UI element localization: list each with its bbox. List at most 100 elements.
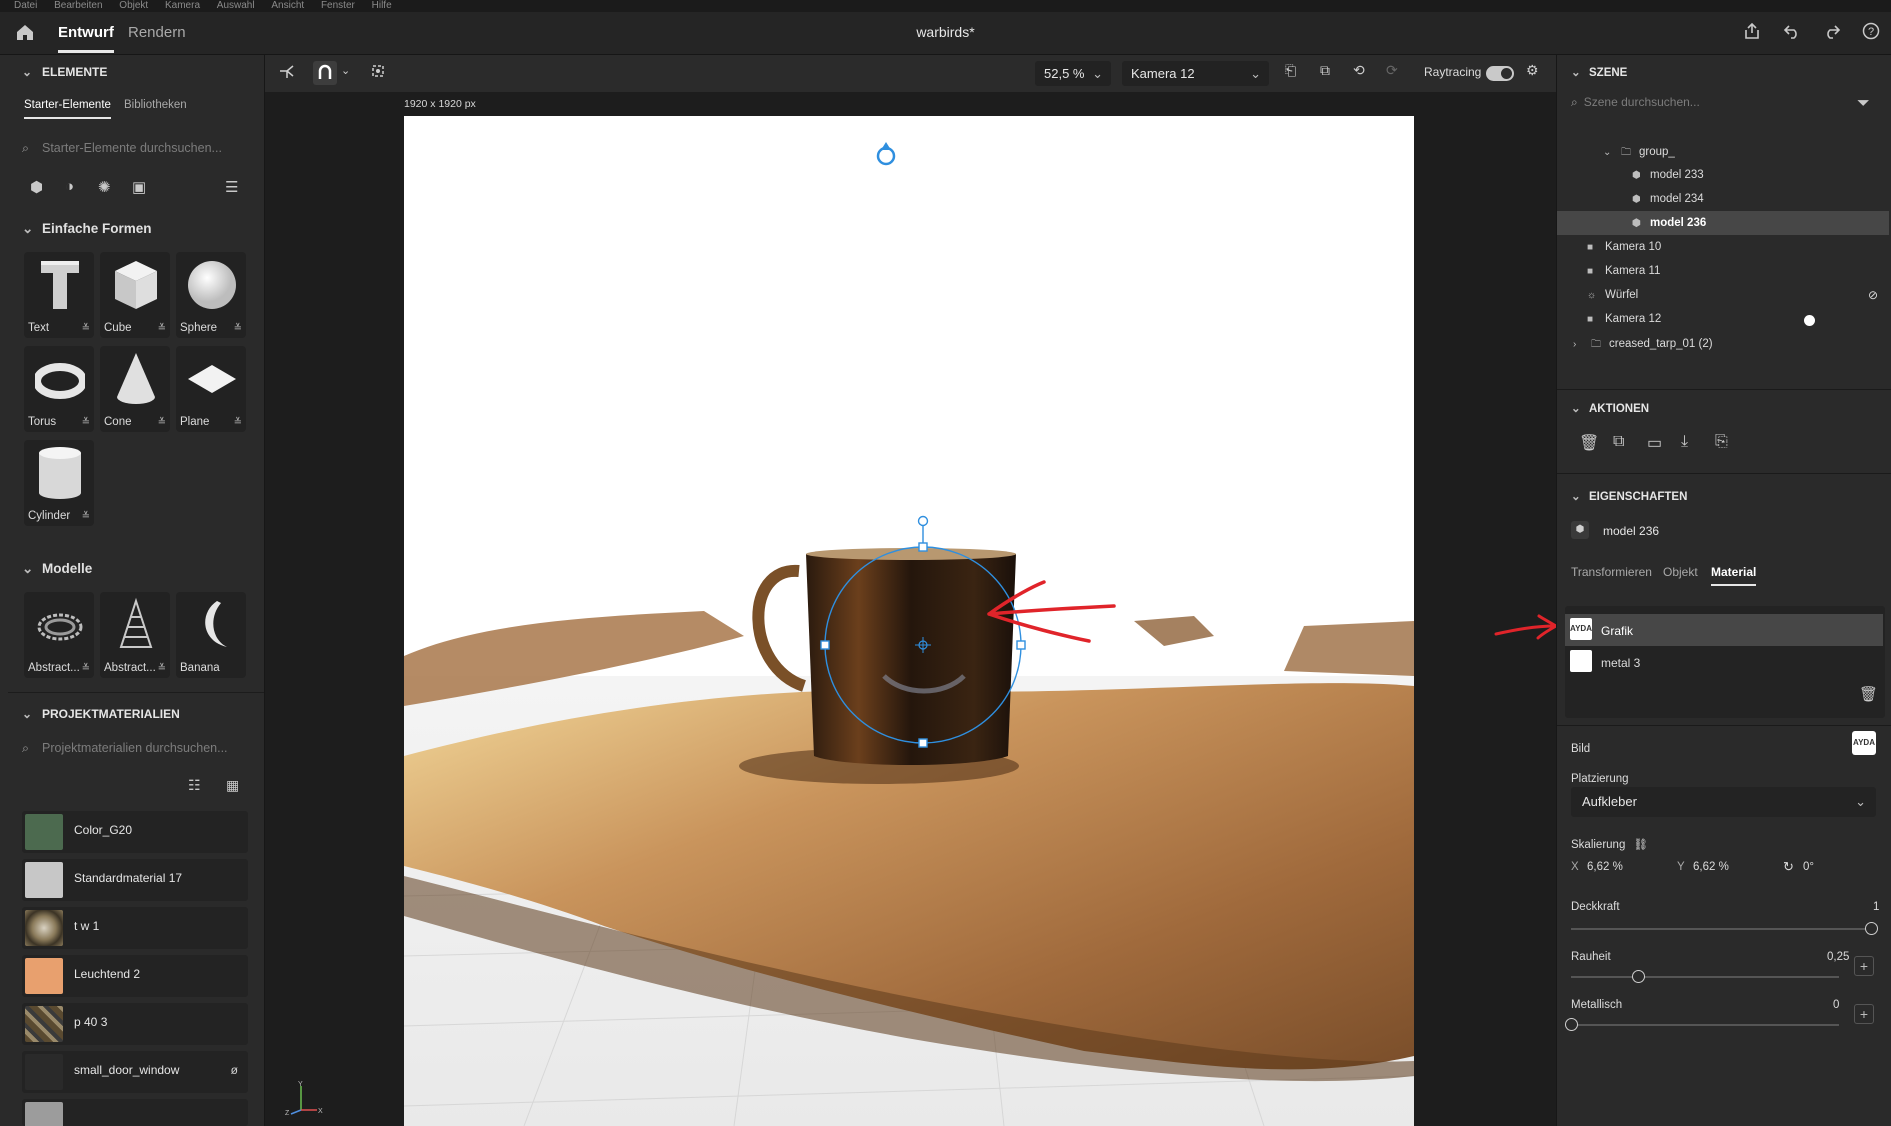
deckkraft-slider-track[interactable] — [1571, 928, 1871, 930]
tree-row-model-236[interactable]: ⬢ model 236 — [1632, 217, 1706, 229]
menu-item-kamera[interactable]: Kamera — [165, 1, 200, 11]
tab-bibliotheken[interactable]: Bibliotheken — [124, 99, 187, 111]
shape-tile-cylinder[interactable]: Cylinder ≚ — [24, 440, 94, 526]
menu-item-objekt[interactable]: Objekt — [119, 1, 148, 11]
menu-item-bearbeiten[interactable]: Bearbeiten — [54, 1, 102, 11]
select-tool-icon[interactable] — [278, 62, 296, 83]
material-list-item-grafik[interactable]: AYDA Grafik — [1565, 614, 1883, 646]
model-tile-abstract-1[interactable]: Abstract... ≚ — [24, 592, 94, 678]
shape-tile-text[interactable]: Text ≚ — [24, 252, 94, 338]
material-row[interactable] — [22, 1099, 248, 1126]
project-materials-header[interactable]: ⌄ PROJEKTMATERIALIEN — [22, 707, 180, 721]
tab-material[interactable]: Material — [1711, 565, 1757, 586]
materials-search-input[interactable]: ⌕ Projektmaterialien durchsuchen... — [22, 741, 248, 765]
share-icon[interactable] — [1741, 22, 1763, 44]
menu-item-hilfe[interactable]: Hilfe — [372, 1, 392, 11]
zoom-dropdown[interactable]: 52,5 % ⌄ — [1035, 61, 1111, 86]
platzierung-dropdown[interactable]: Aufkleber ⌄ — [1571, 787, 1876, 817]
tree-row-model-233[interactable]: ⬢ model 233 — [1632, 169, 1704, 181]
scene-search-input[interactable]: ⌕ Szene durchsuchen... — [1571, 95, 1871, 117]
deckkraft-slider-knob[interactable] — [1865, 922, 1878, 935]
simple-shapes-header[interactable]: ⌄ Einfache Formen — [22, 221, 152, 237]
tree-row-wuerfel[interactable]: ☼ Würfel — [1587, 289, 1638, 301]
material-row[interactable]: small_door_window ø — [22, 1051, 248, 1093]
tab-objekt[interactable]: Objekt — [1663, 565, 1698, 579]
rotation-input[interactable]: 0° — [1803, 861, 1814, 873]
list-view-icon[interactable]: ☰ — [225, 178, 238, 196]
raytracing-toggle[interactable] — [1486, 66, 1514, 81]
scene-section-header[interactable]: ⌄ SZENE — [1571, 65, 1627, 79]
tree-row-model-234[interactable]: ⬢ model 234 — [1632, 193, 1704, 205]
adjust-icon: ≚ — [233, 323, 242, 334]
tab-transformieren[interactable]: Transformieren — [1571, 565, 1652, 579]
tab-starter-elemente[interactable]: Starter-Elemente — [24, 99, 111, 119]
undo-icon[interactable] — [1781, 22, 1803, 44]
help-icon[interactable]: ? — [1860, 22, 1882, 44]
models-header[interactable]: ⌄ Modelle — [22, 561, 92, 577]
actions-section-header[interactable]: ⌄ AKTIONEN — [1571, 401, 1649, 415]
duplicate-icon[interactable]: ⧉ — [1613, 433, 1624, 451]
tree-row-kamera-10[interactable]: ■ Kamera 10 — [1587, 241, 1661, 253]
tree-row-kamera-12[interactable]: ■ Kamera 12 — [1587, 313, 1661, 325]
reset-camera-icon[interactable]: ⟳ — [1386, 62, 1398, 79]
adjust-icon: ≚ — [81, 511, 90, 522]
link-icon[interactable]: ⛓ — [1633, 839, 1648, 851]
shape-tile-sphere[interactable]: Sphere ≚ — [176, 252, 246, 338]
menu-item-ansicht[interactable]: Ansicht — [271, 1, 304, 11]
chevron-down-icon: ⌄ — [1855, 794, 1866, 809]
magnet-snap-button[interactable] — [313, 61, 337, 85]
scale-y-input[interactable]: 6,62 % — [1693, 861, 1771, 873]
snap-settings-icon[interactable] — [369, 62, 387, 83]
material-row[interactable]: Standardmaterial 17 — [22, 859, 248, 901]
image-filter-icon[interactable]: ▣ — [132, 178, 146, 196]
material-list-item-metal-3[interactable]: metal 3 — [1565, 646, 1883, 678]
scale-x-input[interactable]: 6,62 % — [1587, 861, 1665, 873]
render-viewport[interactable] — [404, 116, 1414, 1126]
delete-icon[interactable]: 🗑 — [1579, 433, 1599, 453]
filter-icon[interactable]: ⏷ — [1857, 95, 1870, 113]
camera-dropdown[interactable]: Kamera 12 ⌄ — [1122, 61, 1269, 86]
drop-to-ground-icon[interactable]: ⤓ — [1681, 433, 1688, 451]
model-tile-banana[interactable]: Banana — [176, 592, 246, 678]
render-settings-icon[interactable]: ⚙ — [1526, 62, 1539, 79]
menu-item-fenster[interactable]: Fenster — [321, 1, 355, 11]
rauheit-slider-knob[interactable] — [1632, 970, 1645, 983]
orbit-camera-icon[interactable]: ⟲ — [1353, 62, 1365, 79]
tree-row-creased-tarp[interactable]: › 🗀 creased_tarp_01 (2) — [1573, 337, 1713, 354]
material-row[interactable]: Leuchtend 2 — [22, 955, 248, 997]
metallisch-slider-knob[interactable] — [1565, 1018, 1578, 1031]
shape-tile-cone[interactable]: Cone ≚ — [100, 346, 170, 432]
visibility-hidden-icon[interactable]: ⊘ — [1868, 288, 1878, 302]
tree-row-group[interactable]: ⌄ 🗀 group_ — [1603, 145, 1675, 162]
redo-icon[interactable] — [1821, 22, 1843, 44]
model-filter-icon[interactable]: ⬢ — [30, 178, 43, 196]
tree-row-kamera-11[interactable]: ■ Kamera 11 — [1587, 265, 1660, 277]
rauheit-slider-track[interactable] — [1571, 976, 1839, 978]
frame-camera-icon[interactable]: ⧉ — [1320, 62, 1330, 79]
add-map-button[interactable]: + — [1854, 956, 1874, 976]
shape-tile-torus[interactable]: Torus ≚ — [24, 346, 94, 432]
export-icon[interactable]: ⎘ — [1715, 433, 1728, 451]
material-row[interactable]: p 40 3 — [22, 1003, 248, 1045]
shape-tile-cube[interactable]: Cube ≚ — [100, 252, 170, 338]
elements-search-input[interactable]: ⌕ Starter-Elemente durchsuchen... — [22, 141, 248, 165]
grid-view-icon[interactable]: ▦ — [226, 777, 239, 794]
model-tile-abstract-2[interactable]: Abstract... ≚ — [100, 592, 170, 678]
material-row[interactable]: t w 1 — [22, 907, 248, 949]
material-filter-icon[interactable]: ◑ — [65, 178, 74, 195]
menu-item-auswahl[interactable]: Auswahl — [217, 1, 255, 11]
elements-section-header[interactable]: ⌄ ELEMENTE — [22, 65, 107, 79]
sort-icon[interactable]: ☷ — [188, 777, 201, 794]
material-row[interactable]: Color_G20 — [22, 811, 248, 853]
delete-material-icon[interactable]: 🗑 — [1859, 685, 1878, 703]
properties-section-header[interactable]: ⌄ EIGENSCHAFTEN — [1571, 489, 1687, 503]
camera-bookmark-icon[interactable]: ⎗ — [1285, 62, 1296, 79]
light-filter-icon[interactable]: ✺ — [98, 178, 111, 196]
chevron-down-icon[interactable]: ⌄ — [341, 64, 350, 77]
shape-tile-plane[interactable]: Plane ≚ — [176, 346, 246, 432]
image-picker-button[interactable]: AYDA — [1852, 731, 1876, 755]
add-map-button[interactable]: + — [1854, 1004, 1874, 1024]
menu-item-datei[interactable]: Datei — [14, 1, 37, 11]
group-folder-icon[interactable]: ▭ — [1647, 433, 1662, 453]
metallisch-slider-track[interactable] — [1571, 1024, 1839, 1026]
